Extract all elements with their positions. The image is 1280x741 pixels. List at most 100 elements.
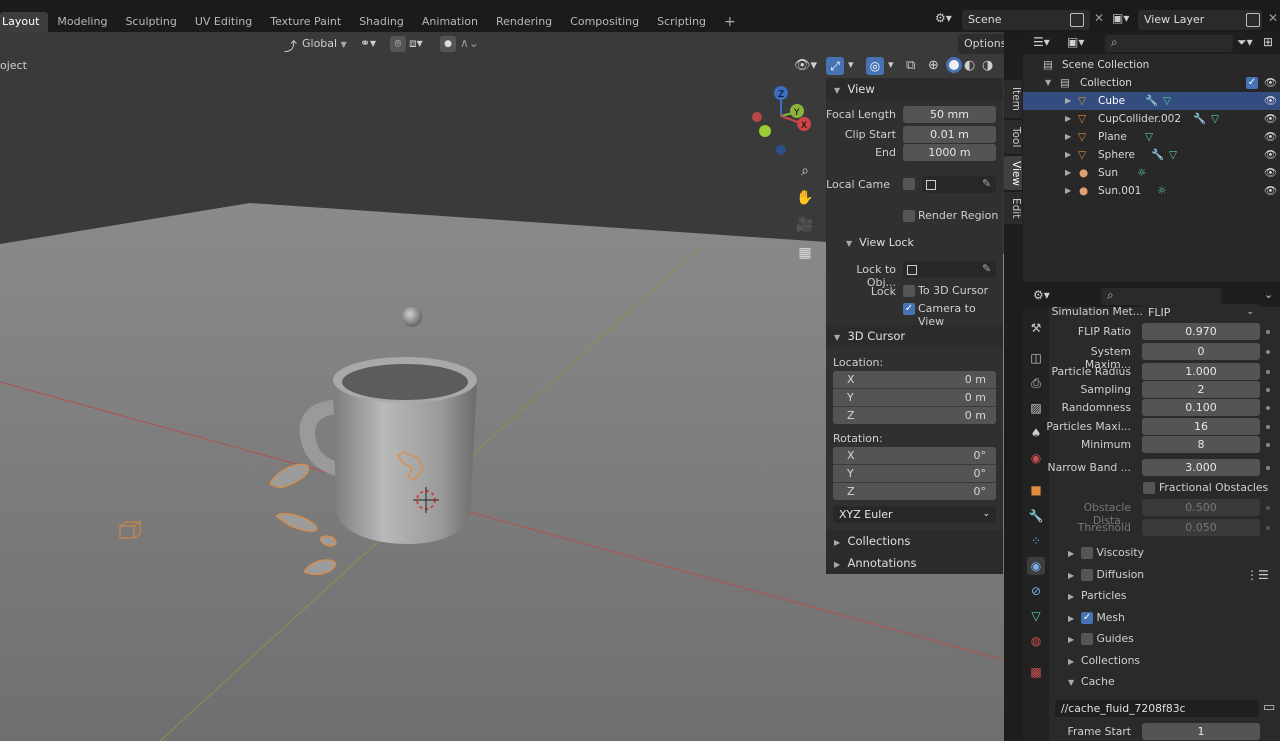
mesh-data-icon[interactable]: ▽ [1169, 146, 1177, 164]
camera-view-icon[interactable]: 🎥 [794, 214, 816, 236]
display-mode-icon[interactable]: ▣▾ [1067, 35, 1084, 49]
outliner-item-sphere[interactable]: ▶ ▽ Sphere 🔧 ▽ 👁 [1023, 146, 1280, 164]
tab-texture-paint[interactable]: Texture Paint [261, 12, 350, 32]
sun-light-data-icon[interactable]: ☼ [1157, 182, 1166, 200]
randomness-field[interactable]: 0.100 [1142, 399, 1260, 416]
tab-layout[interactable]: Layout [0, 12, 49, 32]
tab-scripting[interactable]: Scripting [648, 12, 715, 32]
outliner-scene-collection[interactable]: ▤ Scene Collection [1023, 56, 1280, 74]
keyframe-dot-icon[interactable] [1266, 425, 1270, 429]
viscosity-checkbox[interactable] [1081, 547, 1094, 559]
overlays-dropdown-icon[interactable]: ▾ [888, 58, 894, 71]
transform-orientation-dropdown[interactable]: Global ▼ [302, 34, 347, 55]
flip-ratio-field[interactable]: 0.970 [1142, 323, 1260, 340]
expand-icon[interactable]: ▶ [1065, 146, 1071, 164]
annotations-section-header[interactable]: ▶ Annotations [826, 552, 1003, 574]
add-workspace-button[interactable]: + [715, 12, 745, 32]
cup-body[interactable] [333, 380, 477, 544]
viscosity-panel-header[interactable]: ▶ Viscosity [1068, 544, 1268, 562]
mesh-data-icon[interactable]: ▽ [1145, 128, 1153, 146]
view-layer-browse-icon[interactable]: ▣▾ [1112, 11, 1129, 25]
guides-checkbox[interactable] [1081, 633, 1094, 645]
rotation-z-value[interactable]: 0° [974, 485, 987, 498]
delete-view-layer-icon[interactable]: ✕ [1268, 11, 1278, 25]
expand-icon[interactable]: ▶ [1065, 128, 1071, 146]
render-region-checkbox[interactable] [903, 210, 915, 222]
obstacle-distance-field[interactable]: 0.500 [1142, 499, 1260, 516]
zoom-icon[interactable]: ⌕ [794, 160, 816, 182]
rotation-x-value[interactable]: 0° [974, 449, 987, 462]
particle-radius-field[interactable]: 1.000 [1142, 363, 1260, 380]
fractional-obstacles-checkbox[interactable] [1143, 482, 1155, 494]
navigation-gizmo[interactable]: Z Y X [745, 84, 820, 159]
outliner-item-sun[interactable]: ▶ ● Sun ☼ 👁 [1023, 164, 1280, 182]
solid-shading-icon[interactable] [946, 57, 962, 73]
new-scene-icon[interactable] [1070, 13, 1084, 27]
mesh-data-icon[interactable]: ▽ [1211, 110, 1219, 128]
pan-hand-icon[interactable]: ✋ [794, 187, 816, 209]
tab-animation[interactable]: Animation [413, 12, 487, 32]
rotation-mode-dropdown[interactable]: XYZ Euler ⌄ [833, 506, 996, 523]
location-z-value[interactable]: 0 m [965, 409, 986, 422]
keyframe-dot-icon[interactable] [1266, 330, 1270, 334]
sidebar-tab-view[interactable]: View [1004, 156, 1022, 190]
collection-exclude-checkbox[interactable]: ✓ [1246, 77, 1258, 89]
gizmo-dropdown-icon[interactable]: ▾ [848, 58, 854, 71]
sidebar-tab-item[interactable]: Item [1004, 80, 1022, 118]
keyframe-dot-icon[interactable] [1266, 388, 1270, 392]
perspective-grid-icon[interactable]: ▦ [794, 242, 816, 264]
overlays-toggle-icon[interactable]: ◎ [866, 57, 884, 75]
wireframe-shading-icon[interactable]: ⊕ [928, 58, 939, 73]
modifier-wrench-icon[interactable]: 🔧 [1151, 146, 1164, 164]
3d-cursor-section-header[interactable]: ▼ 3D Cursor [826, 325, 1003, 347]
keyframe-dot-icon[interactable] [1266, 370, 1270, 374]
keyframe-dot-icon[interactable] [1266, 406, 1270, 410]
focal-length-field[interactable]: 50 mm [903, 106, 996, 123]
visibility-eye-icon[interactable]: 👁 [1264, 128, 1277, 146]
folder-icon[interactable]: ▭ [1263, 700, 1275, 715]
rotation-y-value[interactable]: 0° [974, 467, 987, 480]
snap-icon[interactable]: ⌾ [390, 36, 406, 52]
list-options-icon[interactable]: ⋮☰ [1246, 568, 1269, 582]
clip-end-field[interactable]: 1000 m [903, 144, 996, 161]
tab-shading[interactable]: Shading [350, 12, 413, 32]
visibility-eye-icon[interactable]: 👁 [1264, 146, 1277, 164]
threshold-field[interactable]: 0.050 [1142, 519, 1260, 536]
sidebar-tab-tool[interactable]: Tool [1004, 120, 1022, 154]
new-collection-icon[interactable]: ⊞ [1263, 35, 1273, 49]
keyframe-dot-icon[interactable] [1266, 526, 1270, 530]
outliner-item-sun001[interactable]: ▶ ● Sun.001 ☼ 👁 [1023, 182, 1280, 200]
collection-visibility-icon[interactable]: 👁 [1264, 74, 1277, 92]
outliner-item-cupcollider[interactable]: ▶ ▽ CupCollider.002 🔧 ▽ 👁 [1023, 110, 1280, 128]
diffusion-checkbox[interactable] [1081, 569, 1094, 581]
tab-modeling[interactable]: Modeling [48, 12, 116, 32]
editor-type-icon[interactable]: ☰▾ [1033, 35, 1050, 49]
outliner-item-plane[interactable]: ▶ ▽ Plane ▽ 👁 [1023, 128, 1280, 146]
camera-to-view-checkbox[interactable]: ✓ [903, 303, 915, 315]
modifier-wrench-icon[interactable]: 🔧 [1145, 92, 1158, 110]
view-layer-selector[interactable]: View Layer [1138, 10, 1262, 30]
minimum-field[interactable]: 8 [1142, 436, 1260, 453]
collections-section-header[interactable]: ▶ Collections [826, 530, 1003, 552]
expand-icon[interactable]: ▶ [1065, 182, 1071, 200]
delete-scene-icon[interactable]: ✕ [1094, 11, 1104, 25]
new-view-layer-icon[interactable] [1246, 13, 1260, 27]
tab-uv-editing[interactable]: UV Editing [186, 12, 261, 32]
lock-eyedropper-icon[interactable]: ✎ [982, 262, 991, 275]
sampling-field[interactable]: 2 [1142, 381, 1260, 398]
visibility-eye-icon[interactable]: 👁 [1264, 164, 1277, 182]
tab-sculpting[interactable]: Sculpting [116, 12, 185, 32]
rendered-shading-icon[interactable]: ◑ [982, 58, 993, 73]
chevron-down-icon[interactable]: ⌄ [1264, 288, 1273, 301]
keyframe-dot-icon[interactable] [1266, 506, 1270, 510]
local-camera-checkbox[interactable] [903, 178, 915, 190]
mesh-panel-header[interactable]: ▶ ✓ Mesh [1068, 609, 1268, 627]
mesh-checkbox[interactable]: ✓ [1081, 612, 1094, 624]
view-section-header[interactable]: ▼ View [826, 78, 1003, 100]
visibility-eye-icon[interactable]: 👁 [1264, 92, 1277, 110]
cache-panel-header[interactable]: ▼ Cache [1068, 673, 1268, 691]
keyframe-dot-icon[interactable] [1266, 443, 1270, 447]
proportional-editing-icon[interactable]: ● [440, 36, 456, 52]
sphere-object[interactable] [402, 307, 422, 327]
neg-x-icon[interactable] [752, 112, 762, 122]
